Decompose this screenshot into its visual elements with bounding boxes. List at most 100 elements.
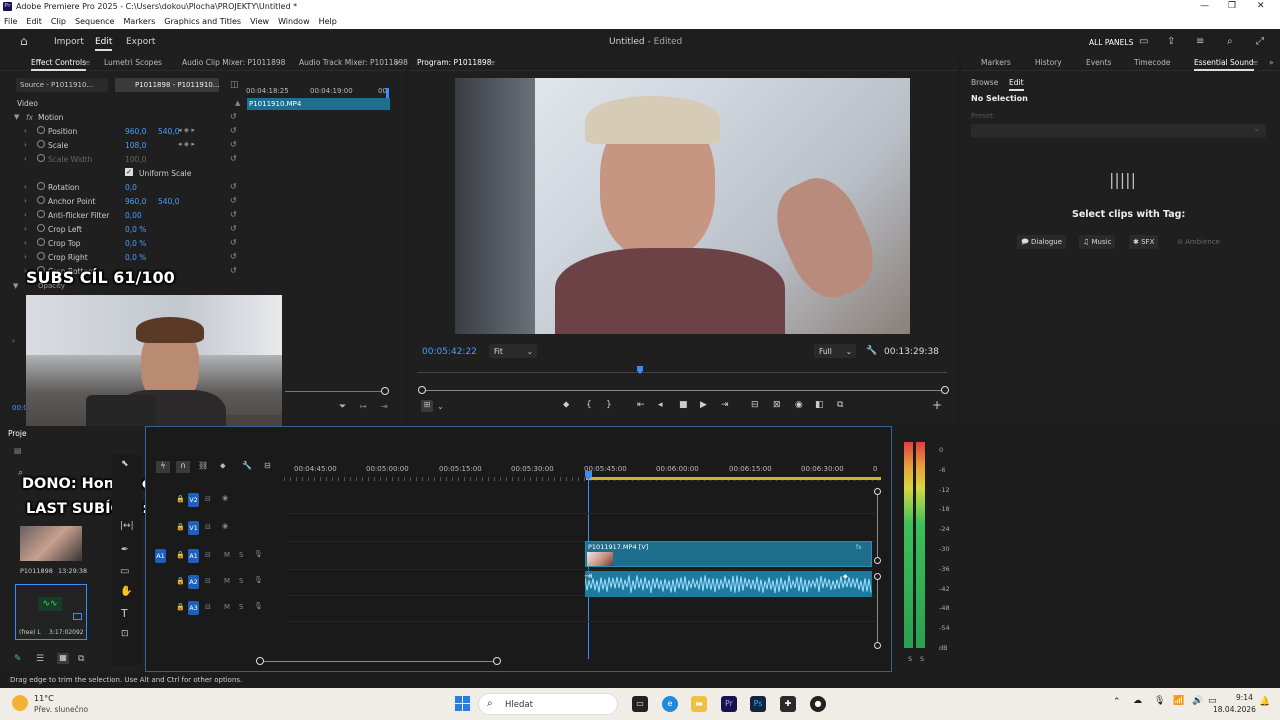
zoom-scroll[interactable] bbox=[285, 391, 388, 392]
tray-mic-icon[interactable]: 🎙 bbox=[1154, 696, 1165, 706]
property-value[interactable]: 0,0 bbox=[125, 183, 137, 192]
menu-graphics[interactable]: Graphics and Titles bbox=[164, 17, 241, 26]
weather-temp[interactable]: 11°C bbox=[34, 694, 54, 703]
mute-icon[interactable]: M bbox=[224, 603, 230, 611]
mark-out-icon[interactable]: } bbox=[606, 400, 612, 410]
tray-network-status-icon[interactable]: ☁ bbox=[1133, 696, 1142, 706]
go-to-out-icon[interactable]: ⇥ bbox=[721, 400, 729, 410]
extract-icon[interactable]: ⊠ bbox=[773, 400, 781, 410]
sync-lock-icon[interactable]: ⊟ bbox=[205, 603, 211, 611]
zoom-handle[interactable] bbox=[381, 387, 389, 395]
property-row[interactable]: › Crop Left 0,0 % ↺ bbox=[0, 222, 242, 236]
tab-menu-icon[interactable]: ≡ bbox=[84, 58, 90, 67]
icon-view-icon[interactable]: ▦ bbox=[57, 653, 69, 664]
tab-essential-sound[interactable]: Essential Sound bbox=[1194, 58, 1254, 71]
task-view-icon[interactable]: ▭ bbox=[632, 696, 648, 712]
step-back-icon[interactable]: ◂ bbox=[658, 400, 663, 410]
type-tool-icon[interactable]: T bbox=[121, 607, 128, 620]
all-panels-label[interactable]: ALL PANELS bbox=[1089, 38, 1133, 47]
clock-time[interactable]: 9:14 bbox=[1236, 693, 1253, 702]
settings-wrench-icon[interactable]: 🔧 bbox=[866, 346, 877, 356]
fullscreen-icon[interactable]: ⤢ bbox=[1256, 36, 1264, 47]
program-menu-icon[interactable]: ≡ bbox=[489, 58, 495, 67]
stopwatch-icon[interactable] bbox=[37, 252, 45, 260]
menu-help[interactable]: Help bbox=[319, 17, 337, 26]
property-row[interactable]: ✓ Uniform Scale bbox=[0, 166, 242, 180]
tab-events[interactable]: Events bbox=[1086, 58, 1111, 67]
sync-lock-icon[interactable]: ⊟ bbox=[205, 495, 211, 503]
eye-icon[interactable]: ◉ bbox=[222, 522, 228, 530]
solo-right-button[interactable]: S bbox=[920, 655, 924, 663]
reset-icon[interactable]: ↺ bbox=[230, 224, 237, 233]
tab-markers[interactable]: Markers bbox=[981, 58, 1011, 67]
track-target[interactable]: A1 bbox=[188, 549, 199, 563]
filter-icon[interactable]: ⏷ bbox=[339, 402, 346, 412]
edit-mode-tab[interactable]: Edit bbox=[95, 37, 113, 51]
mic-icon[interactable]: 🎙 bbox=[254, 550, 263, 558]
stopwatch-icon[interactable] bbox=[37, 210, 45, 218]
solo-icon[interactable]: S bbox=[239, 577, 243, 585]
ripple-edit-tool-icon[interactable]: |↔| bbox=[120, 521, 134, 531]
mark-in-icon[interactable]: { bbox=[586, 400, 592, 410]
home-icon[interactable]: ⌂ bbox=[20, 34, 28, 48]
taskbar-search[interactable]: ⌕ Hledat bbox=[478, 693, 618, 715]
list-view-icon[interactable]: ▤ bbox=[14, 446, 22, 455]
disclosure-icon[interactable]: › bbox=[24, 183, 27, 191]
grid-icon[interactable]: ⊞ bbox=[421, 400, 433, 412]
tab-history[interactable]: History bbox=[1035, 58, 1062, 67]
app-taskbar-icon[interactable]: ✚ bbox=[780, 696, 796, 712]
v-scroll-top[interactable] bbox=[874, 488, 881, 495]
list-icon[interactable]: ☰ bbox=[36, 654, 44, 664]
play-icon[interactable]: ▶ bbox=[700, 400, 707, 410]
mute-icon[interactable]: M bbox=[224, 551, 230, 559]
property-row[interactable]: › Anti-flicker Filter 0,00 ↺ bbox=[0, 208, 242, 222]
a-scroll-bottom[interactable] bbox=[874, 642, 881, 649]
a-scroll-top[interactable] bbox=[874, 573, 881, 580]
preset-dropdown[interactable]: ⌄ bbox=[971, 124, 1266, 138]
lock-icon[interactable]: 🔒 bbox=[176, 577, 185, 585]
panel-toggle-icon[interactable]: ◫ bbox=[230, 80, 239, 90]
freeform-icon[interactable]: ⧉ bbox=[78, 654, 84, 664]
property-value[interactable]: 0,00 bbox=[125, 211, 142, 220]
menu-sequence[interactable]: Sequence bbox=[75, 17, 114, 26]
property-value[interactable]: 0,0 % bbox=[125, 253, 146, 262]
close-button[interactable]: ✕ bbox=[1257, 1, 1265, 11]
minimize-button[interactable]: — bbox=[1200, 1, 1209, 11]
tab-lumetri-scopes[interactable]: Lumetri Scopes bbox=[104, 58, 162, 67]
lock-icon[interactable]: 🔒 bbox=[176, 495, 185, 503]
solo-left-button[interactable]: S bbox=[908, 655, 912, 663]
disclosure-icon[interactable]: › bbox=[24, 239, 27, 247]
disclosure-icon[interactable]: › bbox=[24, 225, 27, 233]
reset-icon[interactable]: ↺ bbox=[230, 140, 237, 149]
comparison-icon[interactable]: ◧ bbox=[815, 400, 824, 410]
tab-audio-clip-mixer[interactable]: Audio Clip Mixer: P1011898 bbox=[182, 58, 285, 67]
keyframe-nav-icon[interactable]: ◂ ◈ ▸ bbox=[178, 126, 195, 134]
stopwatch-icon[interactable] bbox=[37, 154, 45, 162]
stopwatch-icon[interactable] bbox=[37, 140, 45, 148]
grid-dropdown-icon[interactable]: ⌄ bbox=[437, 402, 444, 411]
share-icon[interactable]: ⇪ bbox=[1167, 36, 1175, 47]
proxy-icon[interactable]: ⧉ bbox=[837, 400, 843, 410]
solo-icon[interactable]: S bbox=[239, 551, 243, 559]
lift-icon[interactable]: ⊟ bbox=[751, 400, 759, 410]
quality-dropdown[interactable]: Full ⌄ bbox=[814, 344, 856, 358]
timeline-zoom-bar[interactable] bbox=[261, 661, 499, 662]
tag-ambience-button[interactable]: ⊘ Ambience bbox=[1173, 235, 1224, 249]
property-row[interactable]: › Anchor Point 960,0 540,0 ↺ bbox=[0, 194, 242, 208]
property-value-2[interactable]: 540,0 bbox=[158, 197, 179, 206]
lock-icon[interactable]: 🔒 bbox=[176, 603, 185, 611]
stopwatch-icon[interactable] bbox=[37, 182, 45, 190]
subtab-browse[interactable]: Browse bbox=[971, 78, 998, 87]
expand-icon[interactable]: › bbox=[12, 337, 15, 345]
property-row[interactable]: › Scale 108,0 ◂ ◈ ▸ ↺ bbox=[0, 138, 242, 152]
selection-tool-icon[interactable]: ⬉ bbox=[121, 459, 129, 469]
track-target[interactable]: A2 bbox=[188, 575, 199, 589]
scroll-handle-right[interactable] bbox=[941, 386, 949, 394]
property-row[interactable]: › Scale Width 100,0 ↺ bbox=[0, 152, 242, 166]
tag-music-button[interactable]: ♫ Music bbox=[1079, 235, 1116, 249]
sequence-selector[interactable]: P1011898 - P1011910... bbox=[115, 78, 219, 92]
timeline-ruler[interactable]: 00:04:45:00 00:05:00:00 00:05:15:00 00:05:3… bbox=[146, 427, 893, 482]
reset-icon[interactable]: ↺ bbox=[230, 154, 237, 163]
work-area-bar[interactable] bbox=[586, 477, 881, 480]
track-target[interactable]: V2 bbox=[188, 493, 199, 507]
